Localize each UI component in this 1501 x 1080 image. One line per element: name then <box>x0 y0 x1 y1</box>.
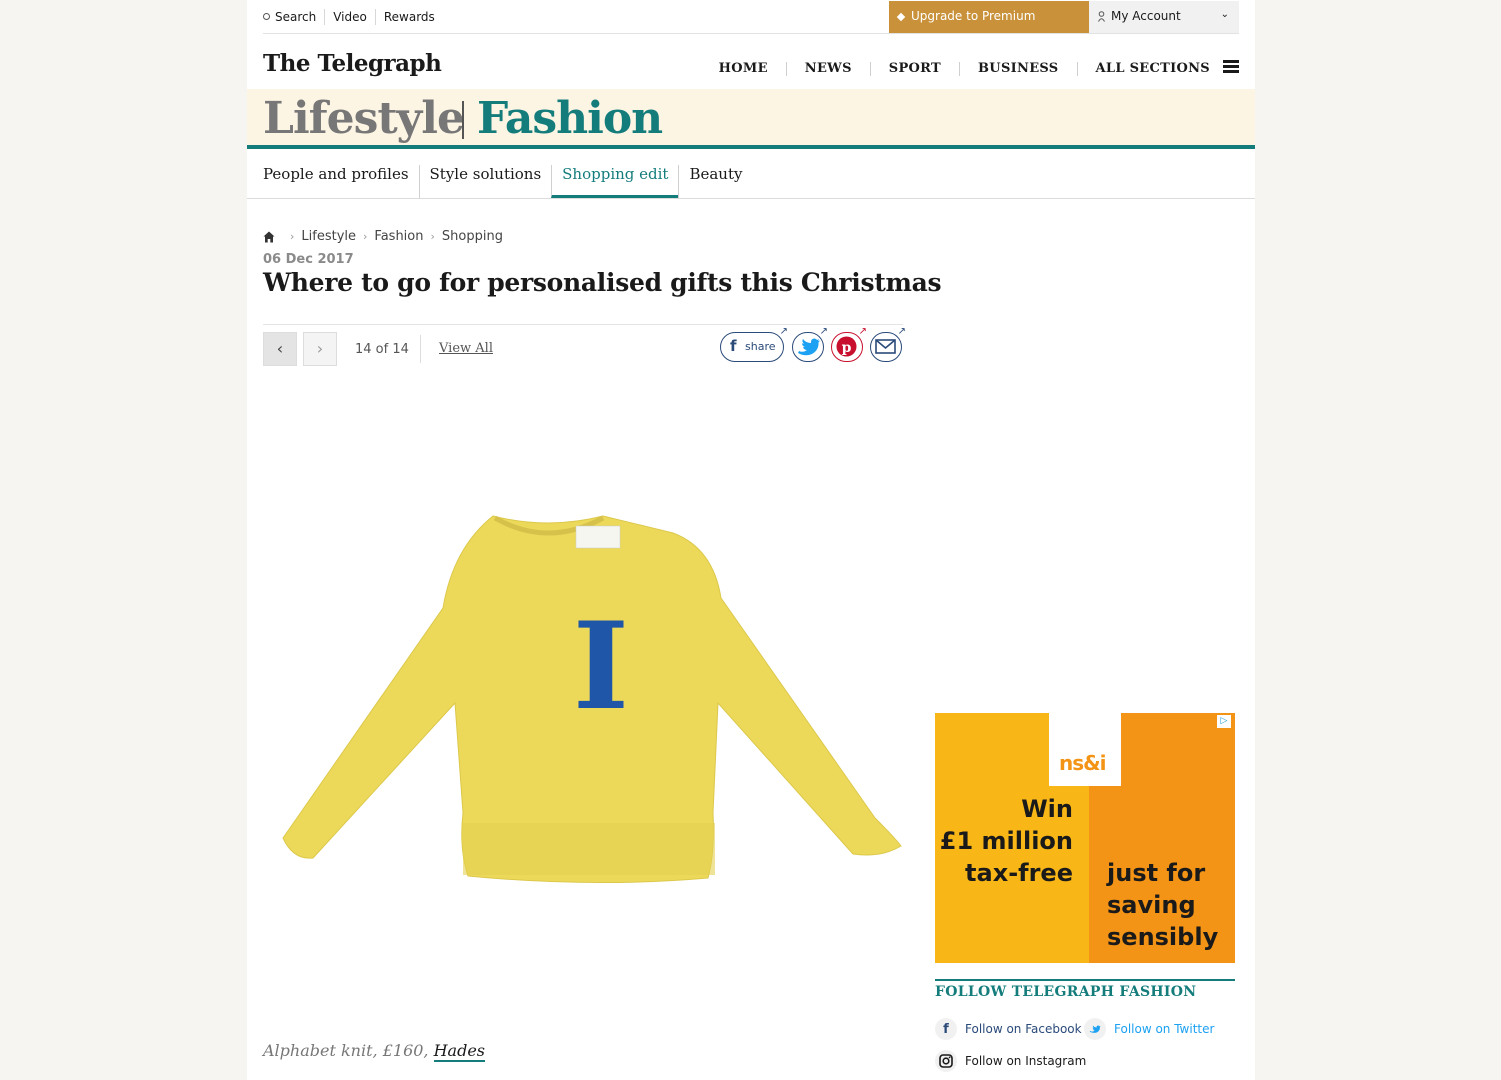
breadcrumb-separator: › <box>290 230 295 243</box>
pinterest-icon: p <box>836 336 857 357</box>
subnav-shopping-edit[interactable]: Shopping edit <box>551 165 679 198</box>
twitter-icon <box>798 338 820 356</box>
section-banner: Lifestyle Fashion <box>247 89 1255 149</box>
facebook-icon: f <box>730 337 737 355</box>
breadcrumb-lifestyle[interactable]: Lifestyle <box>301 229 356 244</box>
nsi-logo: ns&i <box>1049 713 1121 786</box>
article-date: 06 Dec 2017 <box>263 252 354 267</box>
view-all-link[interactable]: View All <box>439 341 493 356</box>
telegraph-logo[interactable]: The Telegraph <box>263 50 442 77</box>
gallery-counter: 14 of 14 <box>355 342 409 357</box>
sweater-label <box>575 525 621 549</box>
chevron-left-icon: ‹ <box>276 339 284 358</box>
instagram-icon <box>935 1050 957 1072</box>
section-lifestyle[interactable]: Lifestyle <box>263 93 465 144</box>
ad-tagline: just for saving sensibly <box>1107 859 1219 951</box>
facebook-icon: f <box>935 1018 957 1040</box>
utility-bar: Search Video Rewards Upgrade to Premium … <box>263 0 1239 34</box>
nav-news[interactable]: NEWS <box>785 62 870 76</box>
nav-business[interactable]: BUSINESS <box>959 62 1076 76</box>
upgrade-premium-button[interactable]: Upgrade to Premium <box>889 1 1089 33</box>
search-link[interactable]: Search <box>263 9 324 25</box>
envelope-icon <box>875 339 896 354</box>
image-caption: Alphabet knit, £160, Hades <box>263 1041 486 1062</box>
home-icon[interactable] <box>263 231 275 243</box>
subnav-beauty[interactable]: Beauty <box>678 165 752 198</box>
section-fashion[interactable]: Fashion <box>477 93 663 144</box>
hamburger-menu-icon[interactable] <box>1223 60 1239 73</box>
person-icon <box>1098 11 1105 22</box>
sweater-image: I <box>282 515 902 884</box>
video-link[interactable]: Video <box>324 9 375 25</box>
sweater-hem <box>463 823 715 875</box>
sweater-letter: I <box>573 596 629 737</box>
breadcrumb-separator: › <box>430 230 435 243</box>
gallery-controls: ‹ › 14 of 14 View All f share ↗ ↗ p ↗ ↗ <box>263 324 906 372</box>
hades-link[interactable]: Hades <box>433 1041 486 1062</box>
search-icon <box>263 13 270 20</box>
subnav-people-profiles[interactable]: People and profiles <box>263 165 419 198</box>
section-divider <box>462 101 464 139</box>
twitter-icon <box>1084 1018 1106 1040</box>
sub-nav: People and profiles Style solutions Shop… <box>247 153 1255 199</box>
utility-links: Search Video Rewards <box>263 9 443 25</box>
email-share-button[interactable]: ↗ <box>870 327 906 362</box>
breadcrumb-shopping[interactable]: Shopping <box>442 229 503 244</box>
nav-home[interactable]: HOME <box>701 62 786 76</box>
follow-twitter-link[interactable]: Follow on Twitter <box>1084 1018 1214 1040</box>
next-button[interactable]: › <box>303 332 337 366</box>
follow-rule <box>935 979 1235 981</box>
follow-title: FOLLOW TELEGRAPH FASHION <box>935 984 1197 1000</box>
diamond-icon <box>896 12 906 22</box>
breadcrumb-fashion[interactable]: Fashion <box>374 229 423 244</box>
ad-headline: Win £1 million tax-free <box>939 795 1073 887</box>
svg-text:p: p <box>842 340 852 356</box>
follow-facebook-link[interactable]: f Follow on Facebook <box>935 1018 1082 1040</box>
article-title: Where to go for personalised gifts this … <box>263 268 942 297</box>
chevron-right-icon: › <box>316 339 324 358</box>
breadcrumb-separator: › <box>363 230 368 243</box>
previous-button[interactable]: ‹ <box>263 332 297 366</box>
external-link-icon: ↗ <box>819 326 828 337</box>
external-link-icon: ↗ <box>858 326 867 337</box>
breadcrumb: › Lifestyle › Fashion › Shopping <box>263 229 503 244</box>
rewards-link[interactable]: Rewards <box>374 9 443 25</box>
nav-all-sections[interactable]: ALL SECTIONS <box>1076 62 1211 76</box>
external-link-icon: ↗ <box>779 326 788 337</box>
external-link-icon: ↗ <box>897 326 906 337</box>
facebook-share-button[interactable]: f share ↗ <box>720 327 788 362</box>
controls-divider <box>420 335 421 363</box>
adchoices-icon[interactable]: ▷ <box>1217 715 1231 728</box>
chevron-down-icon: ⌄ <box>1220 9 1229 20</box>
follow-instagram-link[interactable]: Follow on Instagram <box>935 1050 1086 1072</box>
gallery-image[interactable]: I <box>263 398 923 1034</box>
subnav-style-solutions[interactable]: Style solutions <box>418 165 552 198</box>
nsi-advert[interactable]: ns&i ▷ Win £1 million tax-free just for … <box>935 713 1235 963</box>
page: Search Video Rewards Upgrade to Premium … <box>247 0 1255 1080</box>
main-nav: HOME NEWS SPORT BUSINESS ALL SECTIONS <box>701 62 1210 76</box>
twitter-share-button[interactable]: ↗ <box>792 327 828 362</box>
pinterest-share-button[interactable]: p ↗ <box>831 327 867 362</box>
my-account-dropdown[interactable]: My Account ⌄ <box>1089 1 1239 33</box>
nav-sport[interactable]: SPORT <box>869 62 959 76</box>
